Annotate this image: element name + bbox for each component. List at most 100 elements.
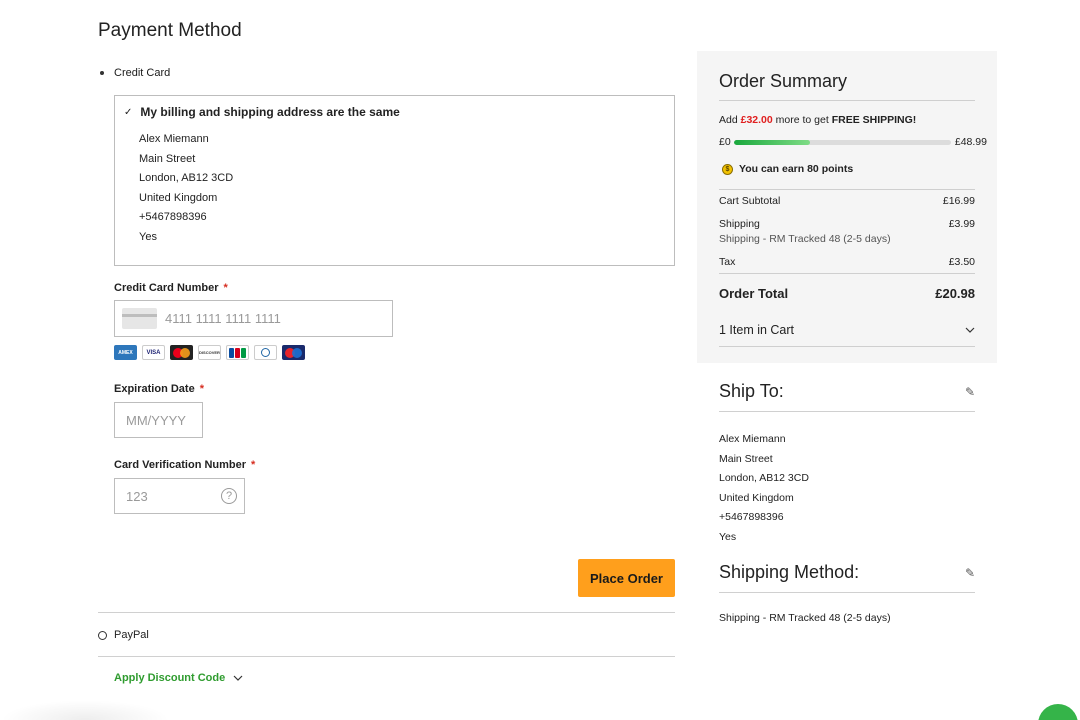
ship-address-line: United Kingdom xyxy=(719,491,794,504)
progress-fill xyxy=(733,139,810,145)
chevron-down-icon xyxy=(965,327,975,333)
progress-max: £48.99 xyxy=(954,136,987,148)
card-brand-logos: AMEX VISA DISCOVER xyxy=(114,345,305,360)
ship-address-line: London, AB12 3CD xyxy=(719,472,809,485)
divider xyxy=(719,346,975,347)
progress-track xyxy=(733,139,951,145)
ship-address-line: Yes xyxy=(719,530,737,543)
expiration-input[interactable]: MM/YYYY xyxy=(114,402,203,438)
order-summary: Order Summary Add £32.00 more to get FRE… xyxy=(697,51,997,363)
radio-icon[interactable] xyxy=(98,630,107,640)
paypal-label: PayPal xyxy=(114,629,149,641)
paypal-option[interactable]: PayPal xyxy=(98,629,149,641)
mastercard-icon xyxy=(170,345,193,360)
edit-pencil-icon[interactable]: ✎ xyxy=(965,566,975,580)
required-mark: * xyxy=(251,459,256,471)
shipping-label: Shipping xyxy=(719,218,760,230)
tax-label: Tax xyxy=(719,256,736,268)
billing-address-box: ✓ My billing and shipping address are th… xyxy=(114,95,675,266)
divider xyxy=(98,656,675,657)
ship-to-title: Ship To: xyxy=(719,381,784,401)
ship-address-line: Main Street xyxy=(719,452,773,465)
billing-address-line: United Kingdom xyxy=(139,191,218,204)
order-total-label: Order Total xyxy=(719,286,789,301)
checkmark-icon: ✓ xyxy=(124,106,133,118)
items-in-cart-toggle[interactable]: 1 Item in Cart xyxy=(719,323,975,337)
free-shipping-message: Add £32.00 more to get FREE SHIPPING! xyxy=(719,114,916,126)
divider xyxy=(719,273,975,274)
order-total-value: £20.98 xyxy=(935,286,975,301)
card-number-input[interactable]: 4111 1111 1111 1111 xyxy=(114,300,393,337)
bullet-icon xyxy=(100,71,104,75)
expiration-label: Expiration Date * xyxy=(114,383,204,395)
required-mark: * xyxy=(199,383,204,395)
help-icon[interactable]: ? xyxy=(221,488,237,504)
credit-card-icon xyxy=(122,308,157,329)
discover-icon: DISCOVER xyxy=(198,345,221,360)
chat-bubble-icon[interactable] xyxy=(1038,704,1078,720)
shipping-method-header: Shipping Method: ✎ xyxy=(719,562,975,583)
diners-club-icon xyxy=(254,345,277,360)
cvv-input[interactable]: 123 ? xyxy=(114,478,245,514)
shipping-method-title: Shipping Method: xyxy=(719,562,860,582)
ship-to-header: Ship To: ✎ xyxy=(719,381,975,402)
billing-address: Alex Miemann Main Street London, AB12 3C… xyxy=(139,130,233,248)
free-ship-amount: £32.00 xyxy=(740,114,773,126)
ship-address-line: Alex Miemann xyxy=(719,433,786,445)
place-order-button[interactable]: Place Order xyxy=(578,559,675,597)
items-in-cart-label: 1 Item in Cart xyxy=(719,323,795,337)
free-ship-prefix: Add xyxy=(719,114,738,126)
discount-label: Apply Discount Code xyxy=(114,672,226,684)
free-ship-suffix: FREE SHIPPING! xyxy=(831,114,917,126)
free-shipping-progress: £0 £48.99 xyxy=(719,136,987,148)
points-text: You can earn xyxy=(739,163,805,175)
bottom-shadow xyxy=(0,700,170,720)
divider xyxy=(98,612,675,613)
points-message: $ You can earn 80 points xyxy=(722,163,853,175)
card-number-label-text: Credit Card Number xyxy=(114,282,219,294)
points-value: 80 points xyxy=(807,163,854,175)
required-mark: * xyxy=(223,282,228,294)
chevron-down-icon xyxy=(233,675,243,681)
card-number-placeholder: 4111 1111 1111 1111 xyxy=(165,311,281,326)
cart-subtotal-label: Cart Subtotal xyxy=(719,195,781,207)
billing-same-label: My billing and shipping address are the … xyxy=(140,105,400,119)
credit-card-option[interactable]: Credit Card xyxy=(100,67,170,79)
apply-discount-toggle[interactable]: Apply Discount Code xyxy=(114,672,243,684)
cvv-label: Card Verification Number * xyxy=(114,459,255,471)
divider xyxy=(719,411,975,412)
tax-value: £3.50 xyxy=(948,256,975,268)
cart-subtotal-value: £16.99 xyxy=(942,195,975,207)
billing-address-line: London, AB12 3CD xyxy=(139,172,234,185)
card-number-label: Credit Card Number * xyxy=(114,282,228,294)
edit-pencil-icon[interactable]: ✎ xyxy=(965,385,975,399)
order-total-row: Order Total £20.98 xyxy=(719,286,975,301)
billing-address-line: +5467898396 xyxy=(139,211,207,224)
expiration-label-text: Expiration Date xyxy=(114,383,195,395)
cvv-placeholder: 123 xyxy=(126,488,148,504)
divider xyxy=(719,100,975,101)
shipping-row: Shipping £3.99 xyxy=(719,218,975,230)
tax-row: Tax £3.50 xyxy=(719,256,975,268)
coin-icon: $ xyxy=(722,163,733,175)
billing-same-checkbox[interactable]: ✓ My billing and shipping address are th… xyxy=(124,105,400,119)
progress-min: £0 xyxy=(719,136,731,148)
ship-to-address: Alex Miemann Main Street London, AB12 3C… xyxy=(719,430,809,548)
free-ship-middle: more to get xyxy=(775,114,829,126)
divider xyxy=(719,592,975,593)
amex-icon: AMEX xyxy=(114,345,137,360)
jcb-icon xyxy=(226,345,249,360)
shipping-method-value: Shipping - RM Tracked 48 (2-5 days) xyxy=(719,612,891,624)
order-summary-title: Order Summary xyxy=(719,71,848,91)
visa-icon: VISA xyxy=(142,345,165,360)
credit-card-label: Credit Card xyxy=(114,67,171,79)
divider xyxy=(719,189,975,190)
shipping-detail: Shipping - RM Tracked 48 (2-5 days) xyxy=(719,233,891,245)
cart-subtotal-row: Cart Subtotal £16.99 xyxy=(719,195,975,207)
maestro-icon xyxy=(282,345,305,360)
page-title: Payment Method xyxy=(98,20,242,41)
billing-address-line: Main Street xyxy=(139,152,196,165)
ship-address-line: +5467898396 xyxy=(719,511,784,524)
billing-address-line: Alex Miemann xyxy=(139,133,209,145)
billing-address-line: Yes xyxy=(139,230,157,243)
